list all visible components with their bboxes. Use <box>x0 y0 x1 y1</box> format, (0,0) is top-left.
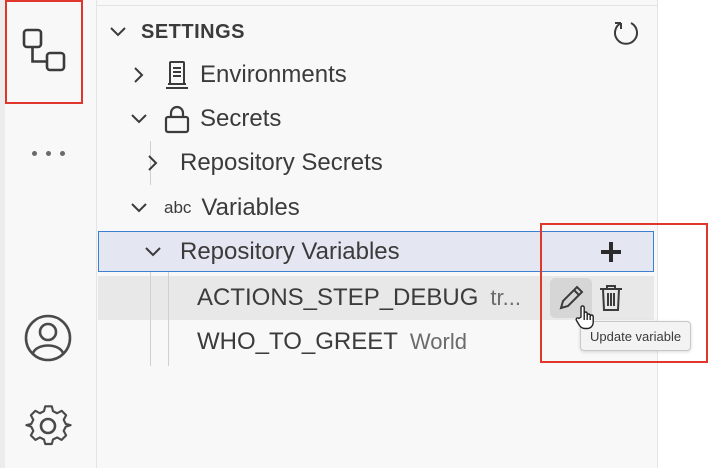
tree-item-label: Variables <box>201 194 300 221</box>
tree-item-label: Environments <box>200 61 347 88</box>
ellipsis-icon <box>31 150 65 156</box>
variable-value: World <box>409 329 467 354</box>
chevron-down-icon <box>126 106 152 132</box>
chevron-down-icon <box>140 239 166 265</box>
annotation-highlight-box <box>540 223 708 363</box>
chevron-down-icon <box>105 19 131 45</box>
symbol-string-icon: abc <box>164 198 192 217</box>
tree-item-secrets[interactable]: Secrets <box>126 97 281 141</box>
tree-item-environments[interactable]: Environments <box>126 53 347 97</box>
variable-name: WHO_TO_GREET <box>197 328 398 355</box>
remote-explorer-button[interactable] <box>5 0 83 104</box>
tree-item-label: Secrets <box>200 105 282 132</box>
chevron-down-icon <box>126 195 152 221</box>
account-icon <box>23 313 73 368</box>
accounts-button[interactable] <box>16 308 80 372</box>
tree-indent-guide <box>150 272 151 366</box>
refresh-button[interactable] <box>612 18 640 51</box>
chevron-right-icon <box>126 62 152 88</box>
tree-item-variables[interactable]: abc Variables <box>126 186 300 230</box>
chevron-right-icon <box>140 150 166 176</box>
more-views-button[interactable] <box>20 130 76 176</box>
variable-row[interactable]: ACTIONS_STEP_DEBUG tr... <box>197 276 521 320</box>
variable-row[interactable]: WHO_TO_GREET World <box>197 320 467 364</box>
manage-button[interactable] <box>16 400 80 464</box>
remote-explorer-icon <box>21 27 67 78</box>
tree-item-repository-variables[interactable]: Repository Variables <box>140 230 400 274</box>
gear-icon <box>23 404 73 460</box>
server-icon <box>160 58 194 92</box>
refresh-icon <box>614 22 638 45</box>
variable-value: tr... <box>490 285 521 310</box>
settings-section-header[interactable]: SETTINGS <box>105 12 650 52</box>
tree-item-label: Repository Secrets <box>180 149 383 176</box>
section-title: SETTINGS <box>141 20 246 43</box>
tree-item-repository-secrets[interactable]: Repository Secrets <box>140 141 383 185</box>
tree-indent-guide <box>168 272 169 366</box>
lock-icon <box>160 102 194 136</box>
tree-item-label: Repository Variables <box>180 238 400 265</box>
variable-name: ACTIONS_STEP_DEBUG <box>197 284 479 311</box>
sidebar-top-divider <box>97 0 657 6</box>
